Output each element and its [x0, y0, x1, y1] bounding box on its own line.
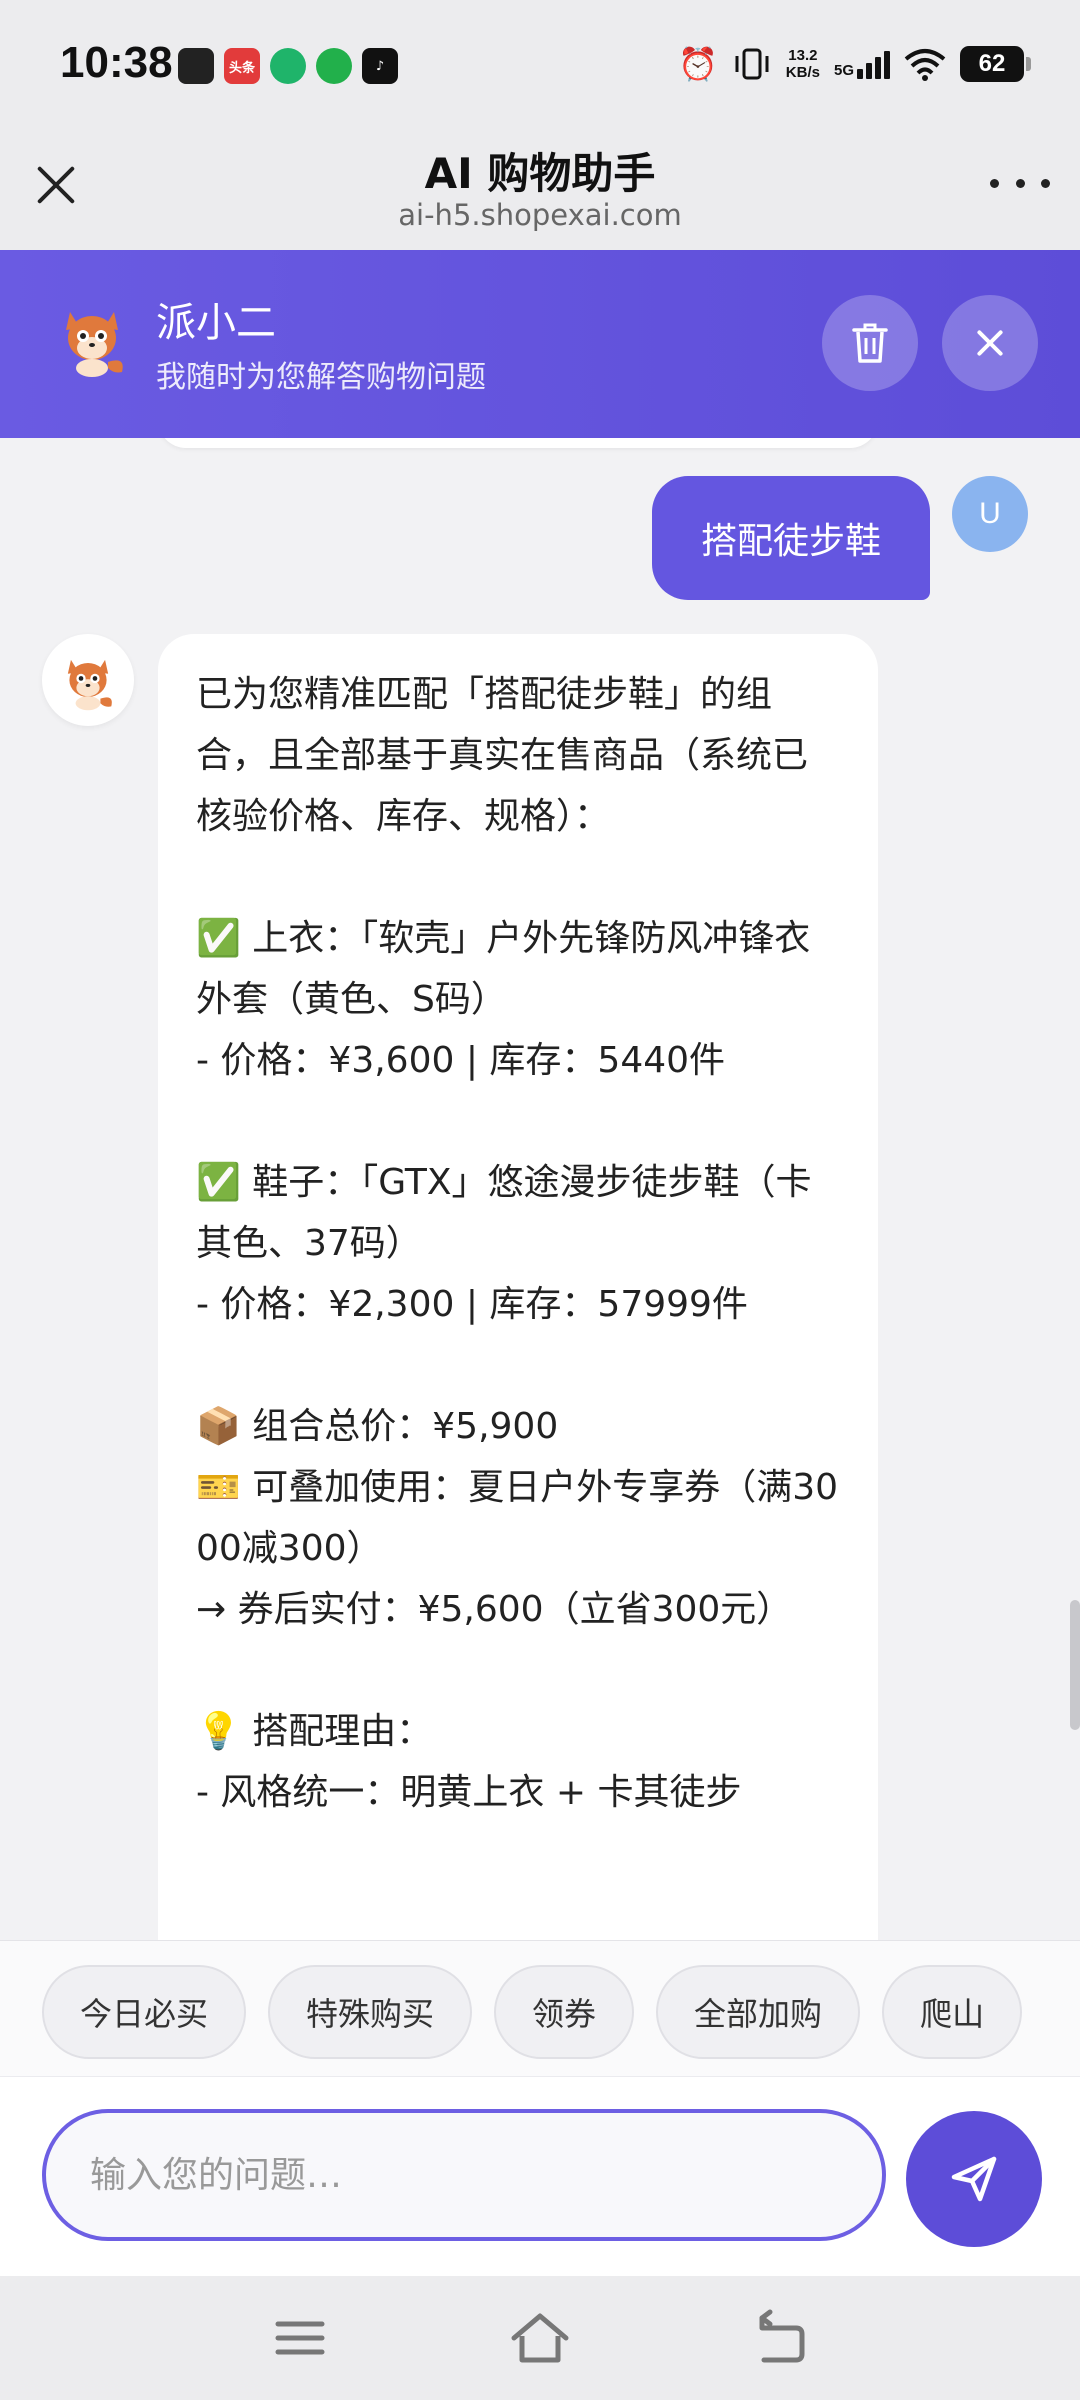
app-root: 10:38 头条 ♪ ⏰ 13.2 KB/s 5G 62 AI 购物助手 ai-…	[0, 0, 1080, 2400]
assistant-subtitle: 我随时为您解答购物问题	[156, 360, 486, 395]
input-bar	[0, 2076, 1080, 2276]
cat-app-icon	[178, 48, 214, 84]
more-icon[interactable]	[990, 168, 1050, 198]
bot-avatar	[42, 634, 134, 726]
toutiao-app-icon: 头条	[224, 48, 260, 84]
cellular-group: 5G	[834, 49, 890, 79]
send-button[interactable]	[906, 2111, 1042, 2247]
page-url: ai-h5.shopexai.com	[398, 198, 682, 232]
quick-action-hiking[interactable]: 爬山	[882, 1965, 1023, 2059]
back-icon	[759, 2309, 805, 2363]
home-button[interactable]	[508, 2306, 572, 2370]
quick-action-special-purchase[interactable]: 特殊购买	[268, 1965, 473, 2059]
page-title: AI 购物助手	[424, 149, 656, 198]
more-dot	[990, 178, 999, 188]
send-icon	[951, 2156, 997, 2202]
question-input[interactable]	[42, 2109, 886, 2241]
menu-button[interactable]	[268, 2306, 332, 2370]
user-message-bubble: 搭配徒步鞋	[652, 476, 930, 600]
signal-icon	[857, 49, 890, 79]
quick-action-today-must-buy[interactable]: 今日必买	[42, 1965, 247, 2059]
previous-message-bubble	[158, 438, 878, 448]
sync-app-icon	[270, 48, 306, 84]
fox-mascot-icon	[67, 659, 112, 711]
system-icons: ⏰ 13.2 KB/s 5G 62	[677, 44, 1031, 84]
more-dot	[1041, 178, 1050, 188]
assistant-header: 派小二 我随时为您解答购物问题	[0, 250, 1080, 438]
quick-action-add-all-to-cart[interactable]: 全部加购	[656, 1965, 861, 2059]
menu-icon	[275, 2321, 325, 2355]
close-chat-button[interactable]	[942, 295, 1038, 391]
status-time: 10:38	[60, 38, 173, 87]
home-icon	[511, 2313, 569, 2363]
scrollbar[interactable]	[1070, 1600, 1080, 1730]
browser-header: AI 购物助手 ai-h5.shopexai.com	[0, 128, 1080, 250]
wechat-app-icon	[316, 48, 352, 84]
quick-action-chips: 今日必买 特殊购买 领券 全部加购 爬山	[42, 1965, 1023, 2059]
battery-icon: 62	[960, 46, 1031, 82]
back-button[interactable]	[748, 2306, 812, 2370]
notification-icons: 头条 ♪	[178, 48, 398, 84]
vibrate-icon	[735, 48, 769, 80]
network-speed: 13.2 KB/s	[785, 47, 820, 81]
chat-area[interactable]: 搭配徒步鞋 U 已为您精准匹配「搭配徒步鞋」的组合，且全部基于真实在售商品（系统…	[0, 438, 1080, 1940]
user-avatar: U	[952, 476, 1028, 552]
clear-chat-button[interactable]	[822, 295, 918, 391]
quick-action-get-coupon[interactable]: 领券	[494, 1965, 635, 2059]
wifi-icon	[904, 49, 946, 81]
fox-mascot-icon	[66, 312, 123, 377]
bot-message-bubble: 已为您精准匹配「搭配徒步鞋」的组合，且全部基于真实在售商品（系统已核验价格、库存…	[158, 634, 878, 1940]
network-type: 5G	[833, 62, 854, 79]
alarm-icon: ⏰	[677, 45, 718, 83]
close-icon	[975, 328, 1005, 358]
tiktok-app-icon: ♪	[362, 48, 398, 84]
system-nav-bar	[0, 2276, 1080, 2400]
quick-actions-bar: 今日必买 特殊购买 领券 全部加购 爬山	[0, 1940, 1080, 2076]
trash-icon	[852, 323, 888, 363]
assistant-name: 派小二	[156, 300, 276, 346]
status-bar: 10:38 头条 ♪ ⏰ 13.2 KB/s 5G 62	[0, 0, 1080, 128]
more-dot	[1015, 178, 1025, 188]
